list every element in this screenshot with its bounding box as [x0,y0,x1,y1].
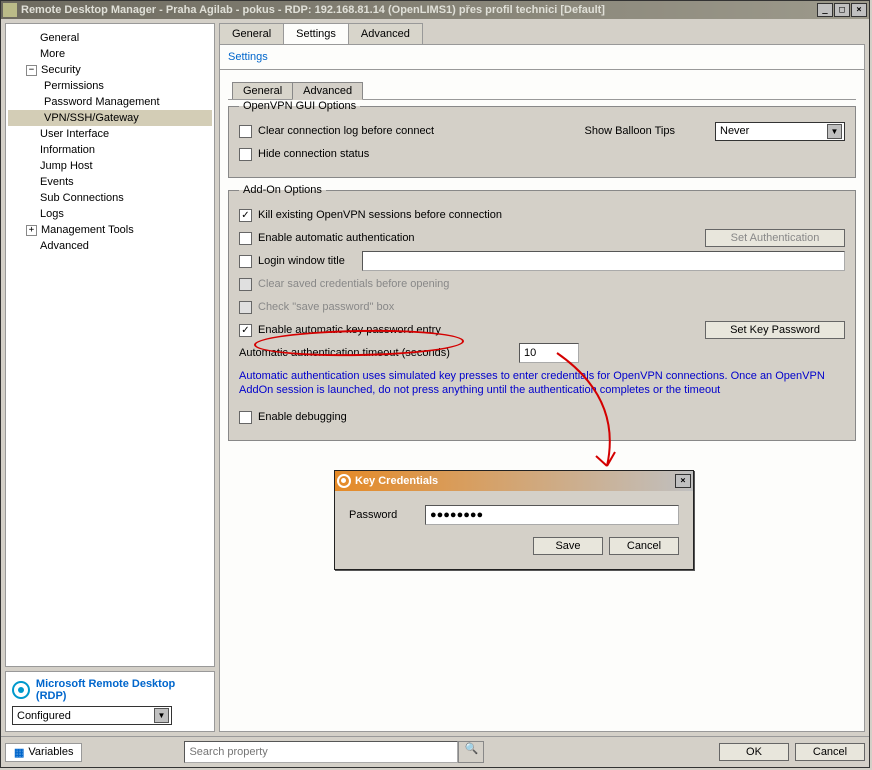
chevron-down-icon: ▼ [154,708,169,723]
clear-log-label: Clear connection log before connect [258,125,434,137]
tree-item-logs[interactable]: Logs [8,206,212,222]
maximize-button[interactable]: □ [834,3,850,17]
password-input[interactable] [425,505,679,525]
inner-tab-advanced[interactable]: Advanced [292,82,363,100]
bottom-bar: ▦ Variables 🔍 OK Cancel [1,736,869,767]
titlebar: Remote Desktop Manager - Praha Agilab - … [1,1,869,19]
enable-key-checkbox[interactable]: ✓ [239,324,252,337]
clear-log-checkbox[interactable] [239,125,252,138]
chevron-down-icon: ▼ [827,124,842,139]
tree-item-general[interactable]: General [8,30,212,46]
balloon-tips-select[interactable]: Never ▼ [715,122,845,141]
search-property-input[interactable] [184,741,458,763]
dialog-save-button[interactable]: Save [533,537,603,555]
enable-auth-checkbox[interactable] [239,232,252,245]
kill-existing-checkbox[interactable]: ✓ [239,209,252,222]
tree-item-jump-host[interactable]: Jump Host [8,158,212,174]
ok-button[interactable]: OK [719,743,789,761]
login-title-checkbox[interactable] [239,255,252,268]
variables-button[interactable]: ▦ Variables [5,743,82,762]
tree-item-security[interactable]: −Security [8,62,212,78]
app-icon [3,3,17,17]
tab-general[interactable]: General [219,23,284,44]
tree-item-permissions[interactable]: Permissions [8,78,212,94]
set-key-password-button[interactable]: Set Key Password [705,321,845,339]
tab-settings[interactable]: Settings [283,23,349,44]
tree-item-events[interactable]: Events [8,174,212,190]
tree-item-vpn-ssh-gateway[interactable]: VPN/SSH/Gateway [8,110,212,126]
timeout-input[interactable] [519,343,579,363]
tree-item-information[interactable]: Information [8,142,212,158]
auth-info-text: Automatic authentication uses simulated … [239,369,845,397]
tree-item-sub-connections[interactable]: Sub Connections [8,190,212,206]
rdp-icon [12,681,30,699]
close-button[interactable]: × [851,3,867,17]
enable-debug-checkbox[interactable] [239,411,252,424]
key-credentials-dialog: Key Credentials × Password Save Cancel [334,470,694,570]
tree-item-management-tools[interactable]: +Management Tools [8,222,212,238]
key-icon [337,474,351,488]
login-title-label: Login window title [258,255,358,267]
outer-tabs: GeneralSettingsAdvanced [219,23,865,45]
check-save-label: Check "save password" box [258,301,394,313]
rdp-config-select[interactable]: Configured ▼ [12,706,172,725]
check-save-checkbox [239,301,252,314]
window-title: Remote Desktop Manager - Praha Agilab - … [21,4,816,16]
tab-advanced[interactable]: Advanced [348,23,423,44]
password-label: Password [349,509,405,521]
enable-auth-label: Enable automatic authentication [258,232,415,244]
tree-item-more[interactable]: More [8,46,212,62]
dialog-close-button[interactable]: × [675,474,691,488]
binoculars-icon: 🔍 [465,743,479,755]
openvpn-gui-group: OpenVPN GUI Options Clear connection log… [228,100,856,178]
kill-existing-label: Kill existing OpenVPN sessions before co… [258,209,502,221]
expand-icon[interactable]: − [26,65,37,76]
addon-options-group: Add-On Options ✓ Kill existing OpenVPN s… [228,184,856,441]
enable-debug-label: Enable debugging [258,411,347,423]
inner-tabs: GeneralAdvanced [228,82,856,100]
dialog-title: Key Credentials [355,475,438,487]
tree-item-user-interface[interactable]: User Interface [8,126,212,142]
settings-section-label: Settings [219,45,865,70]
rdp-title: Microsoft Remote Desktop (RDP) [36,678,208,702]
grid-icon: ▦ [14,746,24,759]
hide-status-label: Hide connection status [258,148,369,160]
enable-key-label: Enable automatic key password entry [258,324,441,336]
balloon-tips-label: Show Balloon Tips [585,125,676,137]
clear-saved-checkbox [239,278,252,291]
set-auth-button[interactable]: Set Authentication [705,229,845,247]
search-button[interactable]: 🔍 [458,741,484,763]
connection-type-box: Microsoft Remote Desktop (RDP) Configure… [5,671,215,732]
tree-item-advanced[interactable]: Advanced [8,238,212,254]
inner-tab-general[interactable]: General [232,82,293,99]
tree-item-password-management[interactable]: Password Management [8,94,212,110]
login-title-input[interactable] [362,251,845,271]
cancel-button[interactable]: Cancel [795,743,865,761]
timeout-label: Automatic authentication timeout (second… [239,347,519,359]
expand-icon[interactable]: + [26,225,37,236]
clear-saved-label: Clear saved credentials before opening [258,278,449,290]
nav-tree: GeneralMore−SecurityPermissionsPassword … [5,23,215,667]
hide-status-checkbox[interactable] [239,148,252,161]
dialog-cancel-button[interactable]: Cancel [609,537,679,555]
minimize-button[interactable]: _ [817,3,833,17]
